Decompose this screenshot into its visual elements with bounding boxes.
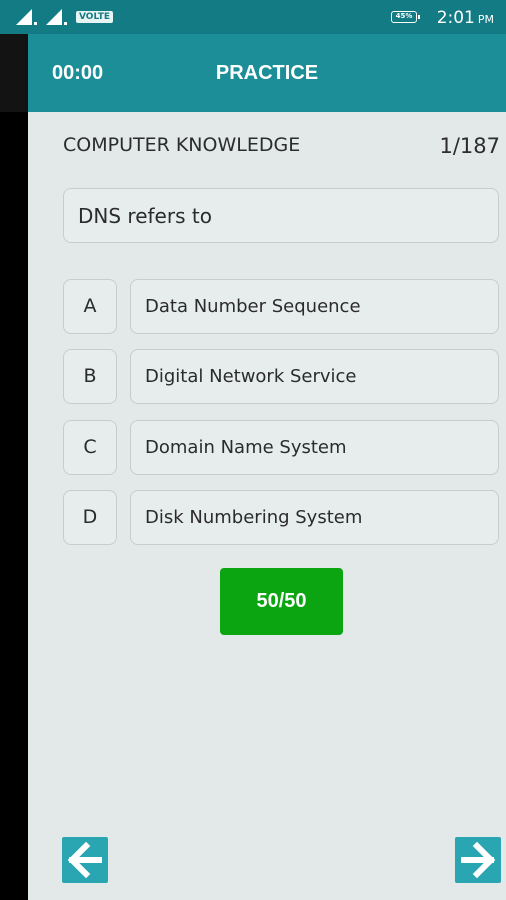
arrow-right-icon bbox=[461, 841, 496, 879]
signal-icon-2 bbox=[46, 9, 72, 25]
previous-button[interactable] bbox=[62, 837, 108, 883]
option-b[interactable]: Digital Network Service bbox=[130, 349, 499, 404]
fifty-fifty-button[interactable]: 50/50 bbox=[220, 568, 343, 635]
clock-time: 2:01 bbox=[436, 8, 475, 28]
option-c[interactable]: Domain Name System bbox=[130, 420, 499, 475]
signal-icon bbox=[16, 9, 38, 25]
volte-badge: VOLTE bbox=[76, 11, 113, 23]
status-bar: VOLTE 45% 2:01 PM bbox=[0, 0, 506, 34]
question-text: DNS refers to bbox=[78, 204, 212, 228]
option-d-letter[interactable]: D bbox=[63, 490, 117, 545]
arrow-left-icon bbox=[67, 841, 102, 879]
option-c-letter[interactable]: C bbox=[63, 420, 117, 475]
option-d[interactable]: Disk Numbering System bbox=[130, 490, 499, 545]
category-label: COMPUTER KNOWLEDGE bbox=[63, 134, 301, 156]
option-a[interactable]: Data Number Sequence bbox=[130, 279, 499, 334]
question-box: DNS refers to bbox=[63, 188, 499, 243]
clock-ampm: PM bbox=[477, 13, 494, 26]
option-a-letter[interactable]: A bbox=[63, 279, 117, 334]
question-counter: 1/187 bbox=[439, 134, 500, 158]
option-b-letter[interactable]: B bbox=[63, 349, 117, 404]
status-clock: 2:01 PM bbox=[437, 8, 494, 28]
battery-icon: 45% bbox=[391, 11, 420, 23]
page-title: PRACTICE bbox=[215, 62, 319, 84]
left-edge-strip bbox=[0, 34, 28, 900]
quiz-content: COMPUTER KNOWLEDGE 1/187 DNS refers to A… bbox=[28, 112, 506, 900]
app-bar: 00:00 PRACTICE bbox=[28, 34, 506, 112]
next-button[interactable] bbox=[455, 837, 501, 883]
